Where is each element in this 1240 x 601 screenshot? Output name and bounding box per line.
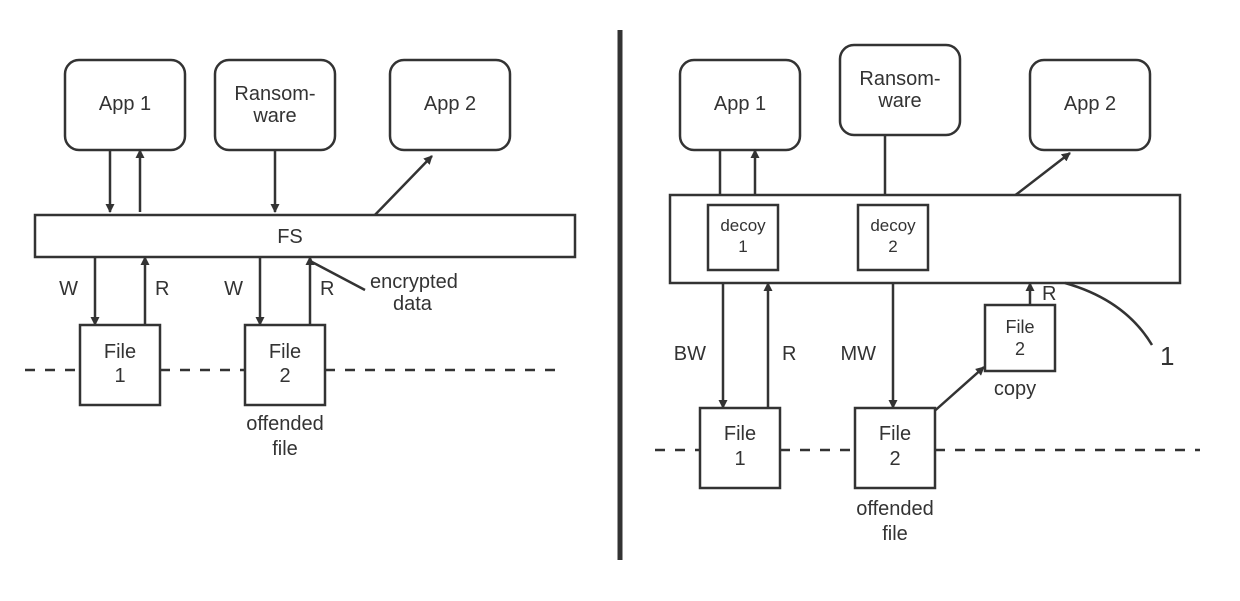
- left-r-1: R: [155, 278, 169, 300]
- right-num: 1: [1160, 341, 1174, 371]
- right-app2-label: App 2: [1064, 93, 1116, 115]
- left-r-2: R: [320, 278, 334, 300]
- right-file2-to-copy: [930, 367, 984, 415]
- right-app1-label: App 1: [714, 93, 766, 115]
- left-off-1: offended: [246, 413, 324, 435]
- right-r1: R: [782, 343, 796, 365]
- right-decoy2-l2: 2: [888, 237, 897, 256]
- right-bw: BW: [674, 343, 706, 365]
- right-decoy2-l1: decoy: [870, 216, 916, 235]
- right-off-1: offended: [856, 498, 934, 520]
- right-fcopy-l2: 2: [1015, 339, 1025, 359]
- left-file2-l1: File: [269, 341, 301, 363]
- left-ransomware-label-2: ware: [252, 105, 296, 127]
- diagram-svg: App 1 Ransom- ware App 2 FS W R W R encr…: [0, 0, 1240, 601]
- right-ransomware-l1: Ransom-: [859, 68, 940, 90]
- right-decoy1-l1: decoy: [720, 216, 766, 235]
- right-file1-l1: File: [724, 423, 756, 445]
- left-file1-l1: File: [104, 341, 136, 363]
- left-enc-2: data: [393, 293, 433, 315]
- right-num-leader: [1065, 283, 1152, 345]
- right-ransomware-l2: ware: [877, 90, 921, 112]
- right-file2-l2: 2: [889, 448, 900, 470]
- left-app1-label: App 1: [99, 93, 151, 115]
- right-file2-l1: File: [879, 423, 911, 445]
- right-fcopy-l1: File: [1005, 317, 1034, 337]
- left-ransomware-label-1: Ransom-: [234, 83, 315, 105]
- right-file1-l2: 1: [734, 448, 745, 470]
- right-off-2: file: [882, 523, 908, 545]
- left-file2-l2: 2: [279, 365, 290, 387]
- left-fs-to-app2: [370, 156, 432, 220]
- right-decoy1-l2: 1: [738, 237, 747, 256]
- left-fs-label: FS: [277, 226, 303, 248]
- left-fs-bar: [35, 215, 575, 257]
- right-copy-label: copy: [994, 378, 1036, 400]
- right-mw: MW: [840, 343, 876, 365]
- left-off-2: file: [272, 438, 298, 460]
- left-app2-label: App 2: [424, 93, 476, 115]
- left-w-1: W: [59, 278, 78, 300]
- left-enc-1: encrypted: [370, 271, 458, 293]
- left-w-2: W: [224, 278, 243, 300]
- right-file2copy-box: [985, 305, 1055, 371]
- left-file1-l2: 1: [114, 365, 125, 387]
- right-r2: R: [1042, 283, 1056, 305]
